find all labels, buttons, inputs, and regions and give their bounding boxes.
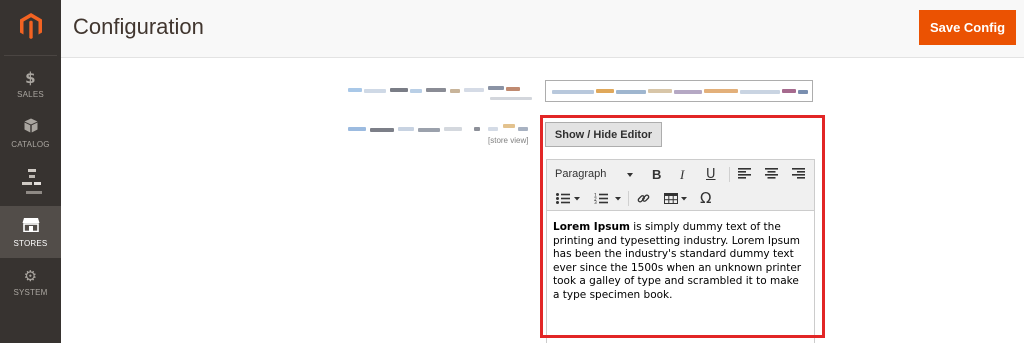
sidebar-item-label: SALES xyxy=(17,89,44,99)
scope-label: [store view] xyxy=(488,136,529,145)
blurred-nav-icon xyxy=(16,167,46,197)
sidebar-item-blurred[interactable] xyxy=(0,156,61,208)
sidebar-item-label: CATALOG xyxy=(11,139,50,149)
page-header: Configuration Save Config xyxy=(61,0,1024,58)
sidebar-item-label: SYSTEM xyxy=(13,287,48,297)
nav-divider xyxy=(4,55,57,56)
page-title: Configuration xyxy=(73,14,204,39)
save-config-button[interactable]: Save Config xyxy=(919,10,1016,45)
admin-sidebar: $ SALES CATALOG STORES ⚙ SYSTEM xyxy=(0,0,61,343)
store-icon xyxy=(22,217,40,235)
highlight-box xyxy=(540,115,825,338)
sidebar-item-stores[interactable]: STORES xyxy=(0,206,61,258)
magento-logo-icon[interactable] xyxy=(0,0,61,51)
sidebar-item-system[interactable]: ⚙ SYSTEM xyxy=(0,256,61,308)
gear-icon: ⚙ xyxy=(23,266,38,285)
text-input-field[interactable] xyxy=(545,80,813,102)
cube-icon xyxy=(24,118,38,136)
sidebar-item-catalog[interactable]: CATALOG xyxy=(0,107,61,159)
sidebar-item-label: STORES xyxy=(13,238,48,248)
dollar-icon: $ xyxy=(25,68,36,87)
sidebar-item-sales[interactable]: $ SALES xyxy=(0,58,61,110)
